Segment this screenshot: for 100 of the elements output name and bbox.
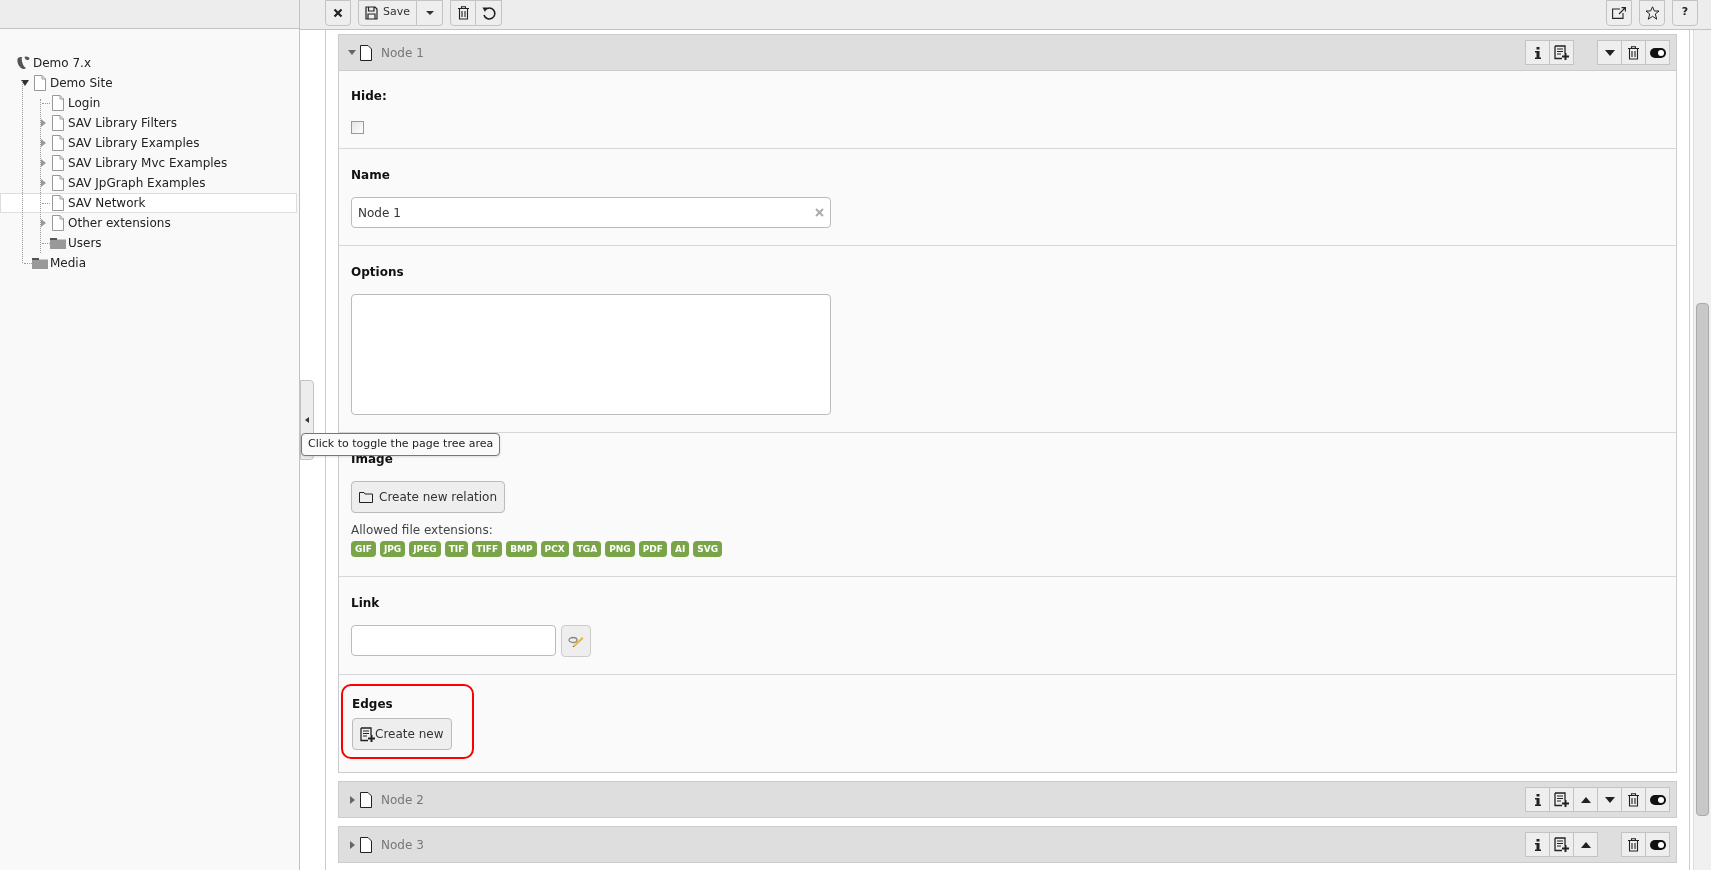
collapsed-arrow-icon[interactable]: [40, 159, 46, 167]
link-field[interactable]: [351, 625, 556, 656]
expanded-arrow-icon[interactable]: [21, 80, 29, 86]
file-extension-badge: GIF: [351, 541, 376, 557]
hint-text: Allowed file extensions:: [351, 522, 494, 539]
hide-toggle-button[interactable]: [1645, 832, 1670, 857]
page-icon: [34, 75, 46, 91]
name-field[interactable]: Node 1: [351, 197, 831, 228]
move-down-button[interactable]: [1597, 40, 1622, 65]
help-button[interactable]: ?: [1672, 0, 1698, 26]
move-down-icon: [1604, 796, 1615, 803]
hide-checkbox[interactable]: [351, 121, 364, 134]
page-icon: [52, 155, 64, 171]
file-extension-badge: PDF: [638, 541, 667, 557]
field-label: Edges: [352, 696, 394, 713]
page-icon: [360, 44, 372, 61]
new-record-icon: [1554, 792, 1569, 807]
field-label: Options: [351, 264, 405, 281]
node-title: Node 2: [381, 791, 424, 809]
toggle-switch-icon: [1649, 794, 1666, 805]
undo-button[interactable]: [476, 0, 502, 26]
bookmark-button[interactable]: [1639, 0, 1665, 26]
tree-item[interactable]: SAV Library Mvc Examples: [68, 154, 228, 172]
collapsed-arrow-icon[interactable]: [40, 179, 46, 187]
file-extension-badge: TIF: [444, 541, 469, 557]
hide-toggle-button[interactable]: [1645, 40, 1670, 65]
file-extension-badge: AI: [670, 541, 690, 557]
new-record-button[interactable]: [1549, 40, 1574, 65]
collapsed-arrow-icon[interactable]: [349, 795, 355, 804]
hide-toggle-button[interactable]: [1645, 787, 1670, 812]
tree-item[interactable]: Demo Site: [50, 74, 113, 92]
tree-item[interactable]: SAV Library Examples: [68, 134, 200, 152]
delete-button[interactable]: [1621, 787, 1646, 812]
node-title: Node 1: [381, 44, 424, 62]
close-icon: [333, 7, 343, 18]
save-options-dropdown[interactable]: [417, 0, 443, 26]
close-button[interactable]: [325, 0, 351, 26]
move-up-icon: [1580, 841, 1591, 848]
new-record-button[interactable]: [1549, 787, 1574, 812]
scrollbar[interactable]: [1693, 30, 1711, 870]
file-extension-badge: TGA: [572, 541, 602, 557]
move-up-button[interactable]: [1573, 787, 1598, 812]
move-up-icon: [1580, 796, 1591, 803]
node-header[interactable]: Node 1: [339, 35, 1676, 70]
delete-button[interactable]: [1621, 832, 1646, 857]
info-icon: [1534, 793, 1541, 806]
link-pencil-icon: [568, 635, 584, 647]
toggle-switch-icon: [1649, 47, 1666, 58]
info-button[interactable]: [1525, 787, 1550, 812]
new-record-button[interactable]: [1549, 832, 1574, 857]
tree-item[interactable]: Media: [50, 254, 87, 272]
collapsed-arrow-icon[interactable]: [40, 219, 46, 227]
collapsed-arrow-icon[interactable]: [40, 139, 46, 147]
move-down-icon: [1604, 49, 1615, 56]
tree-item[interactable]: SAV Library Filters: [68, 114, 178, 132]
folder-icon: [359, 491, 373, 503]
create-new-button[interactable]: Create new: [352, 718, 452, 750]
open-in-new-window-button[interactable]: [1606, 0, 1632, 26]
field-label: Hide:: [351, 88, 388, 105]
move-down-button[interactable]: [1597, 787, 1622, 812]
file-extension-badge: JPG: [379, 541, 406, 557]
star-icon: [1644, 5, 1660, 20]
page-icon: [52, 95, 64, 111]
delete-button[interactable]: [450, 0, 476, 26]
file-extension-badge: SVG: [693, 541, 723, 557]
tree-item[interactable]: Demo 7.x: [33, 54, 92, 72]
info-button[interactable]: [1525, 40, 1550, 65]
file-extension-badge: TIFF: [472, 541, 503, 557]
page-icon: [360, 791, 372, 808]
trash-icon: [1628, 837, 1639, 852]
tree-item[interactable]: SAV JpGraph Examples: [68, 174, 206, 192]
file-extension-badge: JPEG: [409, 541, 441, 557]
info-icon: [1534, 46, 1541, 59]
trash-icon: [1628, 45, 1639, 60]
collapsed-arrow-icon[interactable]: [40, 119, 46, 127]
page-icon: [52, 215, 64, 231]
field-label: Name: [351, 167, 391, 184]
page-icon: [360, 836, 372, 853]
new-record-icon: [1554, 837, 1569, 852]
tree-item[interactable]: Login: [68, 94, 101, 112]
page-icon: [52, 115, 64, 131]
move-up-button[interactable]: [1573, 832, 1598, 857]
file-extension-badge: PCX: [540, 541, 569, 557]
save-button[interactable]: Save: [358, 0, 417, 26]
delete-button[interactable]: [1621, 40, 1646, 65]
file-extension-badge: PNG: [605, 541, 635, 557]
caret-down-icon: [425, 10, 434, 15]
options-field[interactable]: [351, 294, 831, 415]
toggle-switch-icon: [1649, 839, 1666, 850]
info-button[interactable]: [1525, 832, 1550, 857]
page-icon: [52, 135, 64, 151]
tooltip: Click to toggle the page tree area: [301, 433, 501, 456]
file-extension-badge: BMP: [506, 541, 537, 557]
tree-item[interactable]: Users: [68, 234, 102, 252]
new-record-icon: [360, 726, 375, 742]
create-relation-button[interactable]: Create new relation: [351, 481, 506, 513]
field-label: Link: [351, 595, 381, 612]
trash-icon: [457, 5, 469, 20]
tree-item[interactable]: Other extensions: [68, 214, 171, 232]
collapsed-arrow-icon[interactable]: [349, 840, 355, 849]
